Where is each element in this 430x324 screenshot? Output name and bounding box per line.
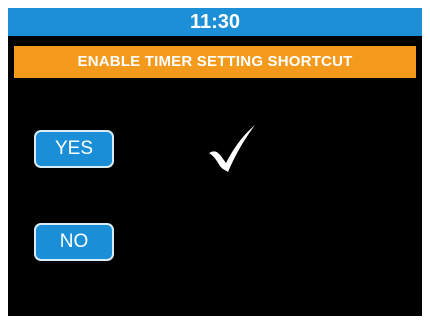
no-button-label: NO — [59, 231, 89, 252]
page-title: ENABLE TIMER SETTING SHORTCUT — [77, 53, 353, 70]
no-button[interactable]: NO — [34, 223, 114, 261]
status-bar: 11:30 — [8, 8, 422, 36]
yes-button[interactable]: YES — [34, 130, 114, 168]
page-title-banner: ENABLE TIMER SETTING SHORTCUT — [14, 46, 416, 78]
clock-time: 11:30 — [189, 11, 241, 33]
device-screen: 11:30 ENABLE TIMER SETTING SHORTCUT YES … — [8, 8, 422, 316]
checkmark-icon — [209, 125, 255, 172]
yes-button-label: YES — [54, 138, 94, 159]
